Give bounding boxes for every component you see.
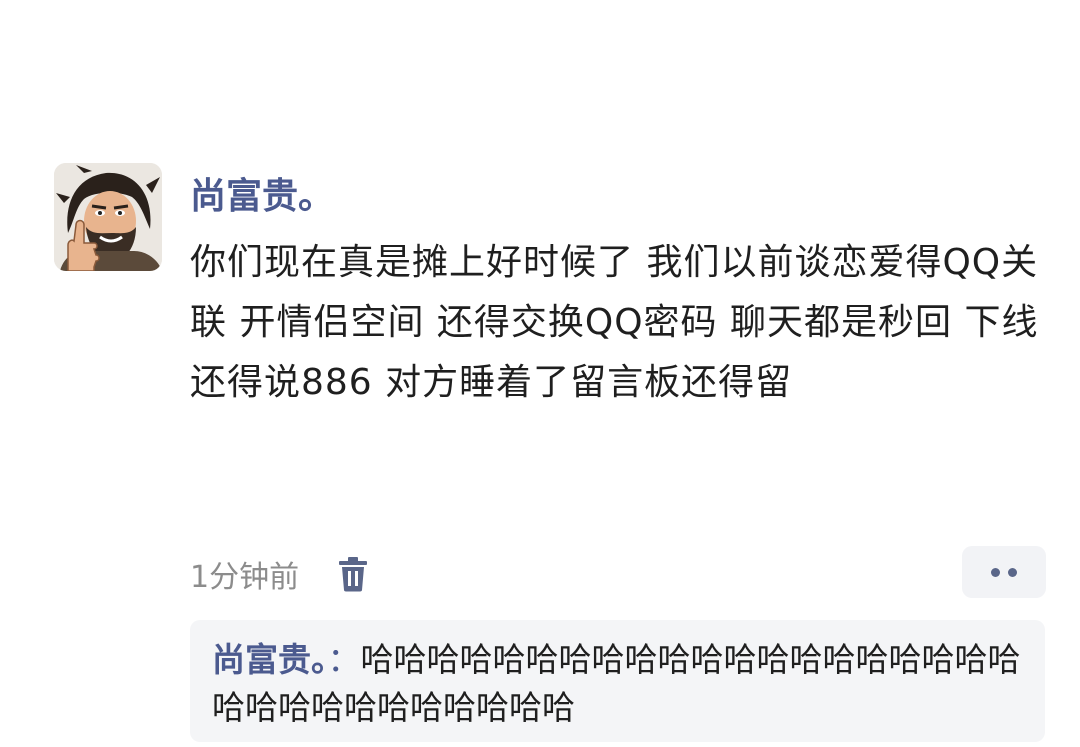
reply-separator: ： (327, 640, 361, 679)
delete-button[interactable] (335, 554, 371, 594)
comment-item: 尚富贵。 你们现在真是摊上好时候了 我们以前谈恋爱得QQ关联 开情侣空间 还得交… (0, 0, 1080, 747)
username[interactable]: 尚富贵。 (190, 173, 334, 221)
reply-item: 尚富贵。：哈哈哈哈哈哈哈哈哈哈哈哈哈哈哈哈哈哈哈哈哈哈哈哈哈哈哈哈哈哈哈 (212, 636, 1021, 732)
timestamp: 1分钟前 (190, 560, 300, 595)
more-button[interactable] (962, 546, 1046, 598)
trash-icon (339, 557, 368, 592)
reply-box[interactable]: 尚富贵。：哈哈哈哈哈哈哈哈哈哈哈哈哈哈哈哈哈哈哈哈哈哈哈哈哈哈哈哈哈哈哈 (190, 620, 1045, 742)
comment-meta: 1分钟前 (190, 550, 371, 598)
avatar[interactable] (54, 163, 162, 271)
reply-author[interactable]: 尚富贵。 (212, 640, 328, 679)
more-dots-icon (991, 567, 1000, 577)
bearded-man-thumbs-up-avatar-icon (54, 163, 162, 271)
comment-text: 你们现在真是摊上好时候了 我们以前谈恋爱得QQ关联 开情侣空间 还得交换QQ密码… (190, 242, 1039, 403)
more-dots-icon (1008, 567, 1017, 577)
